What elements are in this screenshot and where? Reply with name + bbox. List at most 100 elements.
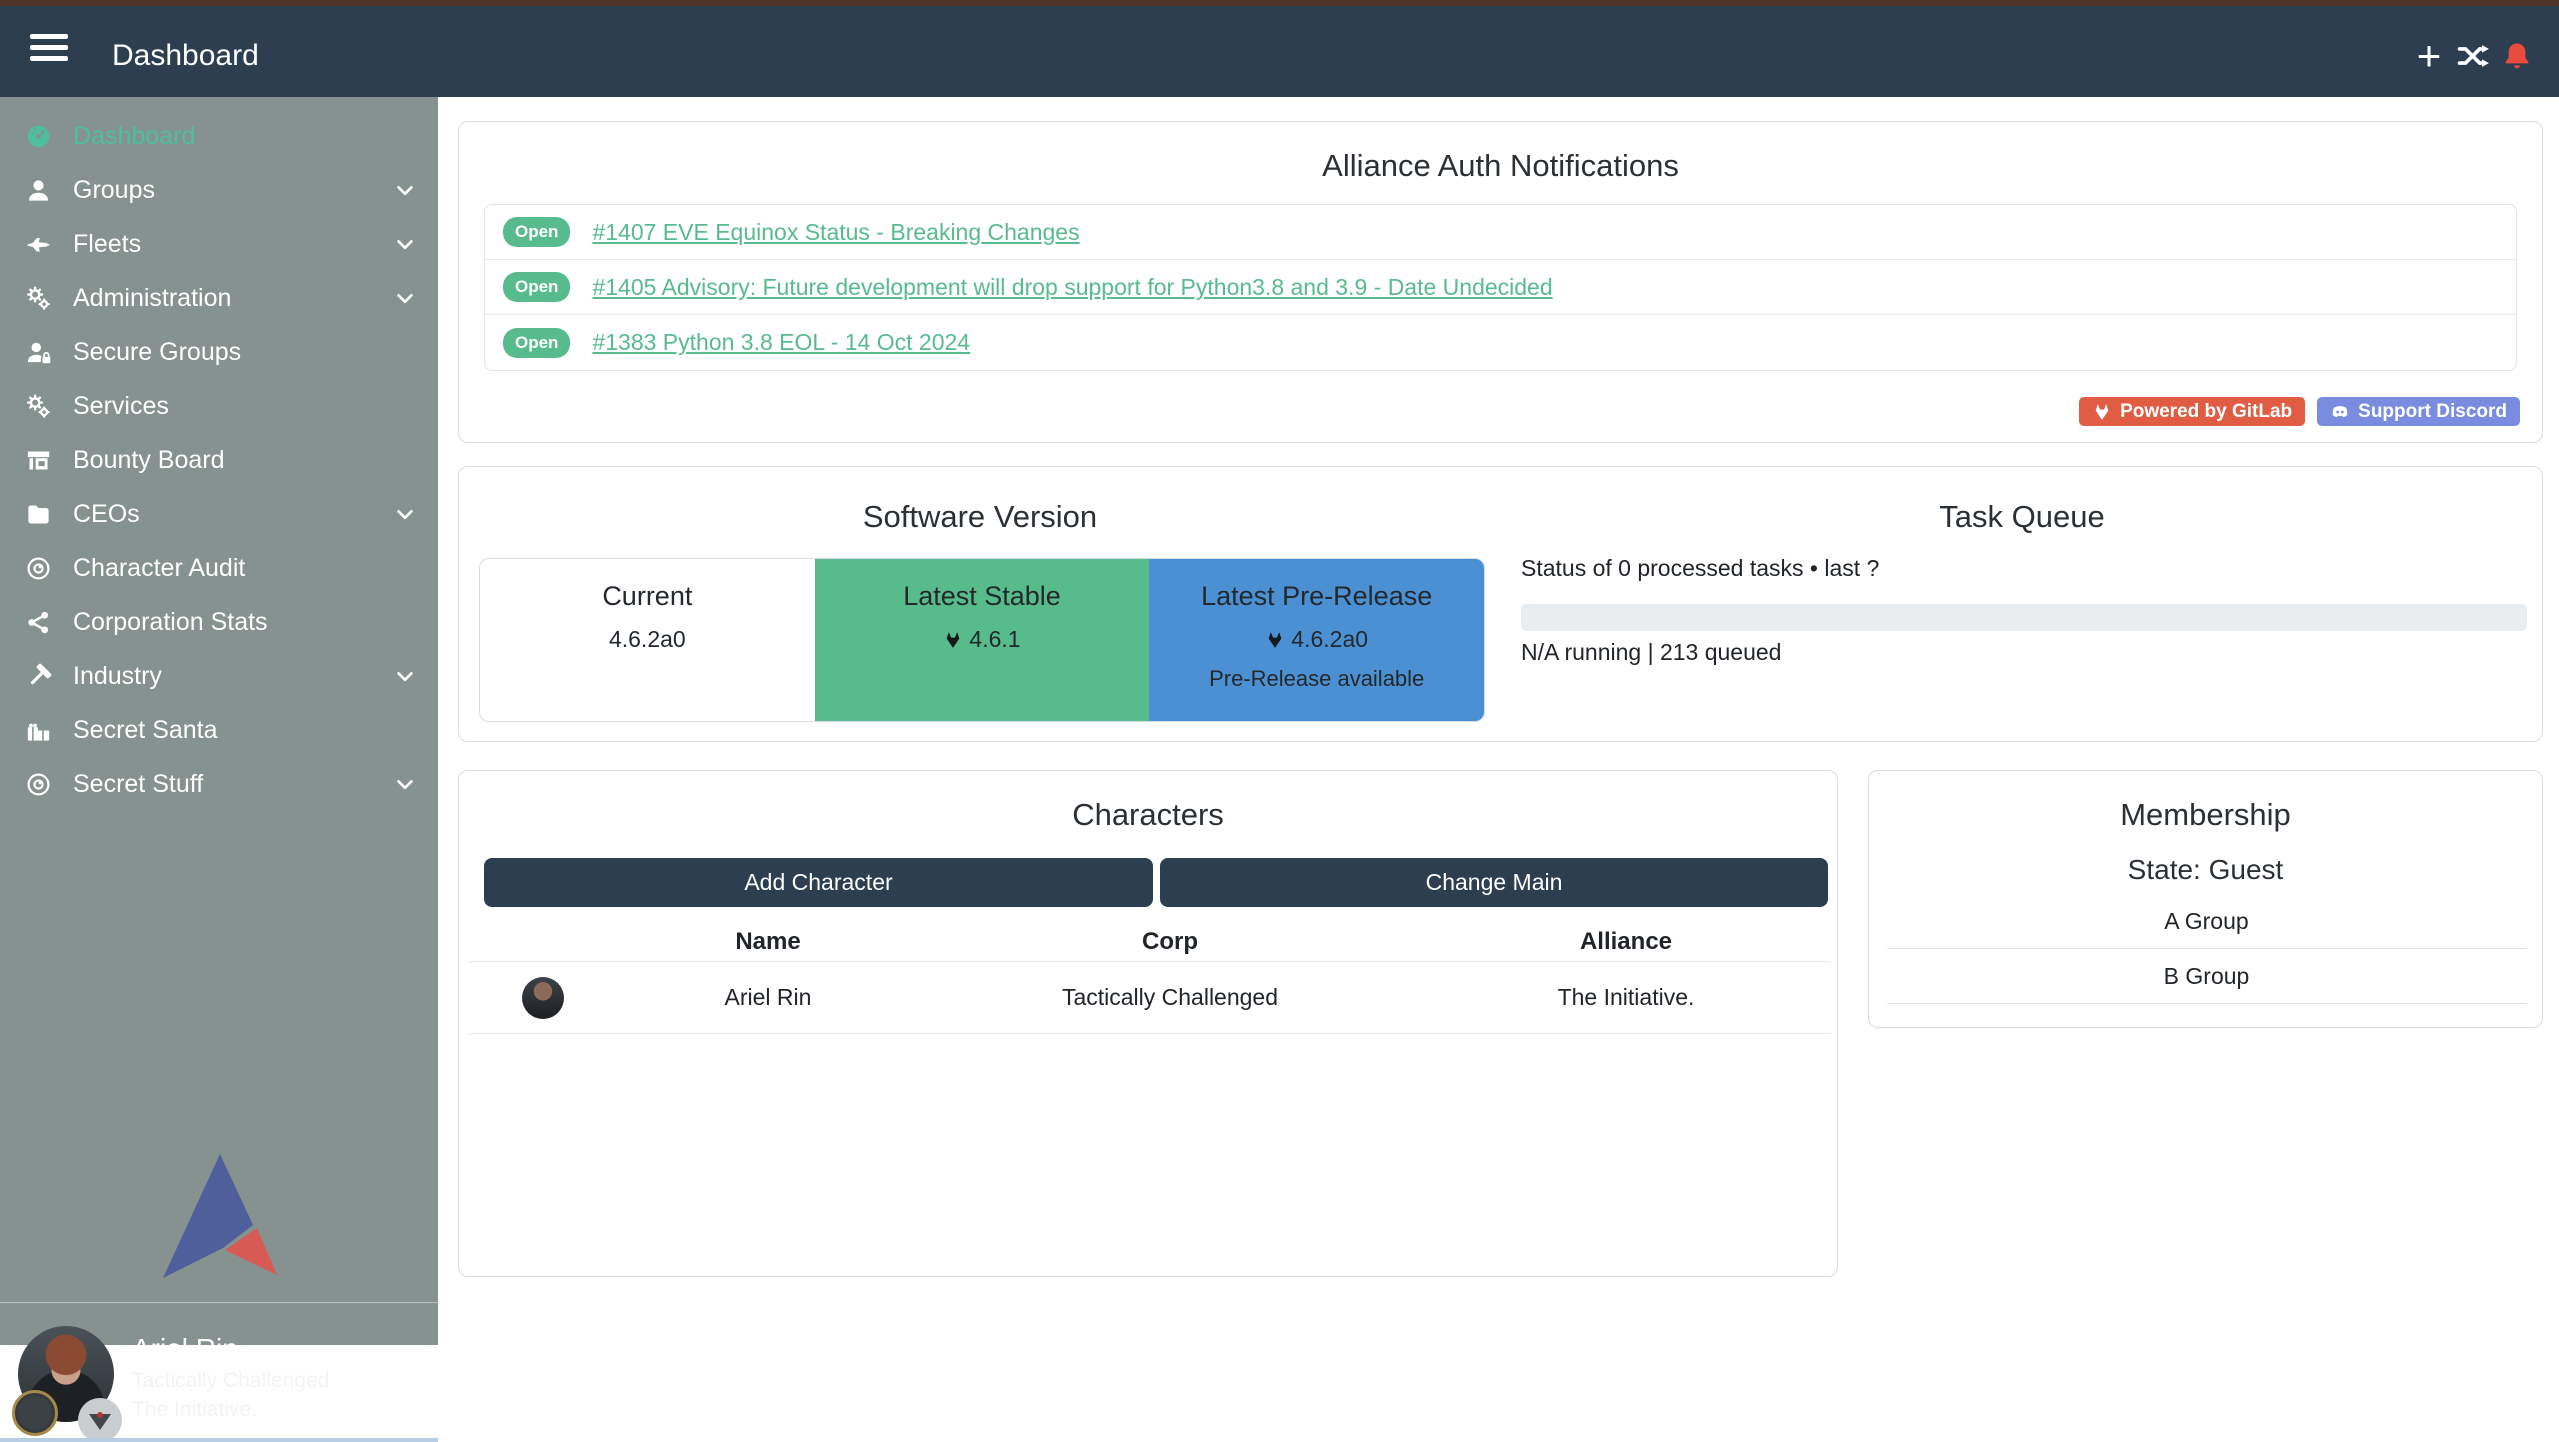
eye-icon	[25, 555, 73, 582]
sidebar-item-services[interactable]: Services	[0, 379, 438, 433]
version-col-header: Latest Stable	[815, 581, 1150, 612]
sidebar-item-dashboard[interactable]: Dashboard	[0, 109, 438, 163]
characters-table-header: Name Corp Alliance	[468, 923, 1830, 962]
task-queue-section: Status of 0 processed tasks • last ? N/A…	[1521, 467, 2527, 743]
table-row: Ariel Rin Tactically Challenged The Init…	[468, 962, 1830, 1034]
sidebar-item-label: Secret Stuff	[73, 770, 203, 799]
version-col-header: Latest Pre-Release	[1149, 581, 1484, 612]
sidebar-item-label: CEOs	[73, 500, 140, 529]
sidebar-item-label: Groups	[73, 176, 155, 205]
version-latest-stable: Latest Stable 4.6.1	[815, 559, 1150, 721]
chevron-down-icon	[392, 771, 418, 797]
alliance-auth-logo	[160, 1150, 280, 1282]
sidebar-item-label: Services	[73, 392, 169, 421]
page-title: Dashboard	[112, 39, 259, 73]
task-queue-progressbar	[1521, 604, 2527, 631]
shuffle-icon[interactable]	[2456, 39, 2490, 73]
notification-row: Open #1383 Python 3.8 EOL - 14 Oct 2024	[485, 315, 2516, 370]
gitlab-tanuki-icon	[1265, 630, 1285, 650]
discord-icon	[2330, 402, 2350, 422]
gears-icon	[25, 285, 73, 312]
membership-group-list: A Group B Group	[1887, 894, 2526, 1004]
sidebar-item-label: Industry	[73, 662, 162, 691]
task-queue-status: Status of 0 processed tasks • last ?	[1521, 555, 1879, 582]
sidebar-item-label: Secret Santa	[73, 716, 218, 745]
gifts-icon	[25, 717, 73, 744]
chevron-down-icon	[392, 177, 418, 203]
notification-link[interactable]: #1383 Python 3.8 EOL - 14 Oct 2024	[592, 329, 970, 356]
bell-icon[interactable]	[2501, 40, 2533, 72]
user-name: Ariel Rin	[132, 1333, 238, 1365]
sidebar-item-label: Administration	[73, 284, 231, 313]
support-discord-badge[interactable]: Support Discord	[2317, 397, 2520, 426]
cell-character-name: Ariel Rin	[618, 984, 918, 1011]
shop-icon	[25, 447, 73, 474]
header-corp: Corp	[918, 928, 1422, 956]
user-corp: Tactically Challenged	[132, 1369, 329, 1393]
sidebar-item-character-audit[interactable]: Character Audit	[0, 541, 438, 595]
sidebar-item-label: Character Audit	[73, 554, 245, 583]
footer-badges: Powered by GitLab Support Discord	[2079, 397, 2520, 426]
notification-link[interactable]: #1405 Advisory: Future development will …	[592, 274, 1552, 301]
header-name: Name	[618, 928, 918, 956]
sidebar-item-secret-stuff[interactable]: Secret Stuff	[0, 757, 438, 811]
status-badge: Open	[503, 217, 570, 247]
notifications-list: Open #1407 EVE Equinox Status - Breaking…	[484, 204, 2517, 371]
sidebar-user-panel: Ariel Rin Tactically Challenged The Init…	[0, 1302, 438, 1440]
top-navbar: Dashboard +	[0, 6, 2559, 97]
change-main-button[interactable]: Change Main	[1160, 858, 1828, 907]
hamburger-menu-icon[interactable]	[30, 34, 68, 68]
sidebar-item-secure-groups[interactable]: Secure Groups	[0, 325, 438, 379]
software-taskqueue-panel: Software Version Task Queue Current 4.6.…	[458, 466, 2543, 742]
version-current: Current 4.6.2a0	[480, 559, 815, 721]
add-character-button[interactable]: Add Character	[484, 858, 1153, 907]
sidebar-item-industry[interactable]: Industry	[0, 649, 438, 703]
sidebar-item-fleets[interactable]: Fleets	[0, 217, 438, 271]
membership-state: State: Guest	[1869, 854, 2542, 886]
character-portrait	[522, 977, 564, 1019]
sidebar-item-label: Dashboard	[73, 122, 195, 151]
sidebar-item-administration[interactable]: Administration	[0, 271, 438, 325]
chevron-down-icon	[392, 285, 418, 311]
chevron-down-icon	[392, 501, 418, 527]
version-value: 4.6.2a0	[1291, 626, 1368, 653]
badge-label: Support Discord	[2358, 401, 2507, 423]
gear-icon[interactable]	[398, 1358, 428, 1388]
notification-row: Open #1407 EVE Equinox Status - Breaking…	[485, 205, 2516, 260]
hammer-icon	[25, 663, 73, 690]
status-badge: Open	[503, 328, 570, 358]
gitlab-tanuki-icon	[2092, 402, 2112, 422]
sidebar-item-secret-santa[interactable]: Secret Santa	[0, 703, 438, 757]
user-icon	[25, 177, 73, 204]
list-item: B Group	[1887, 949, 2526, 1004]
sidebar-item-bounty-board[interactable]: Bounty Board	[0, 433, 438, 487]
sidebar-scrollbar[interactable]	[0, 1438, 438, 1442]
cell-character-corp: Tactically Challenged	[918, 984, 1422, 1011]
gitlab-tanuki-icon	[943, 630, 963, 650]
fighter-jet-icon	[25, 231, 73, 258]
sidebar-item-corporation-stats[interactable]: Corporation Stats	[0, 595, 438, 649]
eye-icon	[25, 771, 73, 798]
header-alliance: Alliance	[1422, 928, 1830, 956]
characters-table: Name Corp Alliance Ariel Rin Tactically …	[468, 923, 1830, 1034]
chevron-down-icon	[392, 663, 418, 689]
share-nodes-icon	[25, 609, 73, 636]
version-value: 4.6.1	[969, 626, 1020, 653]
sidebar-item-ceos[interactable]: CEOs	[0, 487, 438, 541]
prerelease-note: Pre-Release available	[1149, 666, 1484, 692]
corp-logo	[12, 1390, 58, 1436]
badge-label: Powered by GitLab	[2120, 401, 2292, 423]
notifications-title: Alliance Auth Notifications	[459, 148, 2542, 184]
powered-by-gitlab-badge[interactable]: Powered by GitLab	[2079, 397, 2305, 426]
plus-icon[interactable]: +	[2417, 35, 2442, 77]
alliance-logo	[78, 1398, 122, 1442]
task-queue-summary: N/A running | 213 queued	[1521, 639, 1781, 666]
version-col-header: Current	[480, 581, 815, 612]
software-version-title: Software Version	[459, 499, 1501, 535]
sidebar-item-groups[interactable]: Groups	[0, 163, 438, 217]
notification-link[interactable]: #1407 EVE Equinox Status - Breaking Chan…	[592, 219, 1079, 246]
characters-title: Characters	[459, 797, 1837, 833]
sidebar-item-label: Secure Groups	[73, 338, 241, 367]
version-box: Current 4.6.2a0 Latest Stable 4.6.1 Late…	[479, 558, 1485, 722]
user-lock-icon	[25, 339, 73, 366]
